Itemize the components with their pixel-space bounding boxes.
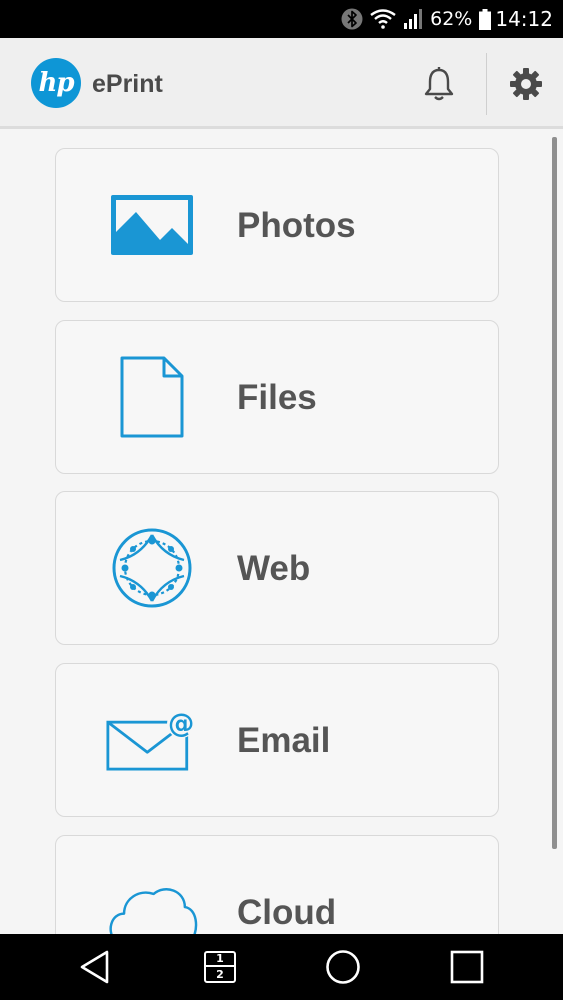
photo-icon (106, 189, 198, 261)
back-icon (80, 950, 109, 984)
settings-button[interactable] (504, 62, 548, 106)
scrollbar[interactable] (552, 137, 557, 849)
battery-percent: 62% (430, 8, 473, 30)
email-icon: @ (106, 704, 198, 776)
hp-logo: hp (31, 58, 81, 108)
menu-list[interactable]: Photos Files Web @ Email Cloud (0, 129, 563, 934)
navigation-bar: 1 2 (0, 934, 563, 1000)
menu-item-email[interactable]: @ Email (55, 663, 499, 817)
file-icon (106, 356, 198, 438)
app-header: hp ePrint (0, 38, 563, 129)
signal-icon (403, 9, 423, 29)
multiwindow-button[interactable]: 1 2 (195, 944, 245, 990)
menu-item-cloud[interactable]: Cloud (55, 835, 499, 934)
multiwindow-icon: 1 2 (204, 951, 236, 983)
menu-item-web[interactable]: Web (55, 491, 499, 645)
home-button[interactable] (318, 944, 368, 990)
wifi-icon (370, 9, 396, 29)
clock: 14:12 (495, 7, 553, 31)
web-icon (106, 528, 198, 608)
bluetooth-icon (341, 8, 363, 30)
home-icon (326, 950, 360, 984)
gear-icon (510, 68, 542, 100)
menu-item-label: Photos (237, 206, 356, 245)
menu-item-label: Files (237, 378, 317, 417)
notifications-button[interactable] (417, 62, 461, 106)
bell-icon (424, 67, 454, 101)
menu-item-label: Cloud (237, 893, 337, 932)
menu-item-label: Web (237, 549, 311, 588)
back-button[interactable] (70, 944, 120, 990)
battery-icon (479, 8, 492, 30)
screen: 62% 14:12 hp ePrint Photos Files Web @ E… (0, 0, 563, 1000)
menu-item-photos[interactable]: Photos (55, 148, 499, 302)
app-title: ePrint (92, 70, 163, 98)
menu-item-files[interactable]: Files (55, 320, 499, 474)
svg-text:@: @ (168, 709, 194, 739)
recents-icon (450, 950, 484, 984)
header-divider (486, 53, 487, 115)
multiwindow-top-label: 1 (206, 953, 234, 967)
recents-button[interactable] (442, 944, 492, 990)
cloud-icon (106, 876, 198, 934)
menu-item-label: Email (237, 721, 331, 760)
status-bar: 62% 14:12 (0, 0, 563, 38)
multiwindow-bottom-label: 2 (216, 968, 224, 981)
